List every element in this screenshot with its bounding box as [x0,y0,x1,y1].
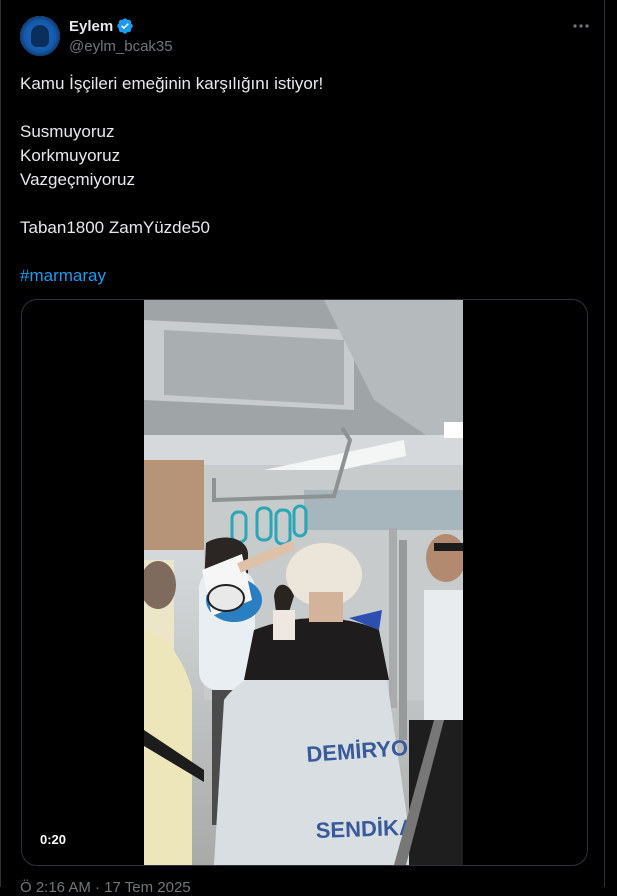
author-info: Eylem @eylm_bcak35 [69,16,173,56]
vest-text-2: SENDİKA [315,815,415,843]
author-name[interactable]: Eylem [69,18,113,35]
tweet-header: Eylem @eylm_bcak35 [20,16,591,60]
tweet-text-line: Korkmuyoruz [20,146,121,165]
tweet-text-line: Kamu İşçileri emeğinin karşılığını istiy… [20,74,324,93]
tweet-text-line: Susmuyoruz [20,122,115,141]
tweet-text-line [20,240,580,264]
more-horizontal-icon[interactable] [571,18,591,34]
tweet-text-line [20,192,580,216]
video-duration: 0:20 [36,830,71,849]
author-handle[interactable]: @eylm_bcak35 [69,38,173,55]
tweet-timestamp[interactable]: Ö 2:16 AM · 17 Tem 2025 [20,879,191,896]
video-scene: DEMİRYOL SENDİKA [144,300,463,865]
hashtag-link[interactable]: #marmaray [20,266,106,285]
scrollbar[interactable] [605,0,617,887]
video-player[interactable]: DEMİRYOL SENDİKA 0:20 [21,299,588,866]
tweet-text: Kamu İşçileri emeğinin karşılığını istiy… [20,72,580,288]
avatar[interactable] [20,16,60,56]
author-name-row: Eylem [69,16,173,36]
timeline-border-left [0,0,1,887]
verified-badge-icon [117,18,133,34]
tweet-text-line: Taban1800 ZamYüzde50 [20,218,210,237]
hashtag-line: #marmaray [20,264,580,288]
tweet-text-line [20,96,580,120]
avatar-logo [31,25,49,47]
video-frame[interactable]: DEMİRYOL SENDİKA [144,300,463,865]
tweet-text-line: Vazgeçmiyoruz [20,170,135,189]
